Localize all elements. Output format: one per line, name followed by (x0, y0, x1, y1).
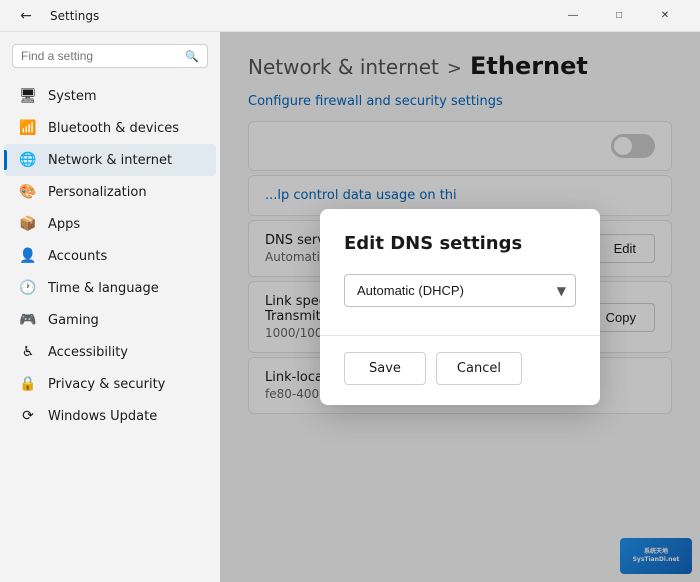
sidebar-item-label: Network & internet (48, 153, 172, 168)
close-button[interactable]: ✕ (642, 0, 688, 32)
edit-dns-dialog: Edit DNS settings Automatic (DHCP) Manua… (320, 209, 600, 405)
dialog-divider (320, 335, 600, 336)
sidebar-item-label: Bluetooth & devices (48, 121, 179, 136)
title-bar: ← Settings — □ ✕ (0, 0, 700, 32)
sidebar-item-accessibility[interactable]: ♿ Accessibility (4, 336, 216, 368)
accessibility-icon: ♿ (20, 344, 36, 360)
dialog-title: Edit DNS settings (344, 233, 576, 254)
title-bar-left: ← Settings (12, 2, 99, 30)
sidebar-item-accounts[interactable]: 👤 Accounts (4, 240, 216, 272)
sidebar-item-bluetooth[interactable]: 📶 Bluetooth & devices (4, 112, 216, 144)
minimize-button[interactable]: — (550, 0, 596, 32)
search-input[interactable] (21, 49, 179, 63)
save-button[interactable]: Save (344, 352, 426, 385)
sidebar: 🔍 🖥 System 📶 Bluetooth & devices 🌐 Netwo… (0, 32, 220, 582)
privacy-icon: 🔒 (20, 376, 36, 392)
gaming-icon: 🎮 (20, 312, 36, 328)
sidebar-item-label: Gaming (48, 313, 99, 328)
sidebar-item-update[interactable]: ⟳ Windows Update (4, 400, 216, 432)
sidebar-item-time[interactable]: 🕐 Time & language (4, 272, 216, 304)
sidebar-item-network[interactable]: 🌐 Network & internet (4, 144, 216, 176)
apps-icon: 📦 (20, 216, 36, 232)
window-controls: — □ ✕ (550, 0, 688, 32)
sidebar-item-label: Accounts (48, 249, 107, 264)
sidebar-item-label: Windows Update (48, 409, 157, 424)
dialog-actions: Save Cancel (344, 352, 576, 385)
bluetooth-icon: 📶 (20, 120, 36, 136)
app-body: 🔍 🖥 System 📶 Bluetooth & devices 🌐 Netwo… (0, 32, 700, 582)
accounts-icon: 👤 (20, 248, 36, 264)
back-button[interactable]: ← (12, 2, 40, 30)
maximize-button[interactable]: □ (596, 0, 642, 32)
time-icon: 🕐 (20, 280, 36, 296)
app-title: Settings (50, 9, 99, 23)
sidebar-item-label: Accessibility (48, 345, 128, 360)
personalization-icon: 🎨 (20, 184, 36, 200)
dns-type-dropdown-wrapper: Automatic (DHCP) Manual ▼ (344, 274, 576, 307)
search-box[interactable]: 🔍 (12, 44, 208, 68)
sidebar-item-label: Time & language (48, 281, 159, 296)
sidebar-item-label: Privacy & security (48, 377, 165, 392)
sidebar-item-privacy[interactable]: 🔒 Privacy & security (4, 368, 216, 400)
sidebar-item-label: Apps (48, 217, 80, 232)
sidebar-item-apps[interactable]: 📦 Apps (4, 208, 216, 240)
content-area: Network & internet > Ethernet Configure … (220, 32, 700, 582)
sidebar-item-label: System (48, 89, 96, 104)
sidebar-item-label: Personalization (48, 185, 147, 200)
search-icon: 🔍 (185, 50, 199, 63)
sidebar-item-personalization[interactable]: 🎨 Personalization (4, 176, 216, 208)
sidebar-item-system[interactable]: 🖥 System (4, 80, 216, 112)
dialog-overlay: Edit DNS settings Automatic (DHCP) Manua… (220, 32, 700, 582)
sidebar-item-gaming[interactable]: 🎮 Gaming (4, 304, 216, 336)
dns-type-dropdown[interactable]: Automatic (DHCP) Manual (344, 274, 576, 307)
update-icon: ⟳ (20, 408, 36, 424)
cancel-button[interactable]: Cancel (436, 352, 522, 385)
system-icon: 🖥 (20, 88, 36, 104)
network-icon: 🌐 (20, 152, 36, 168)
